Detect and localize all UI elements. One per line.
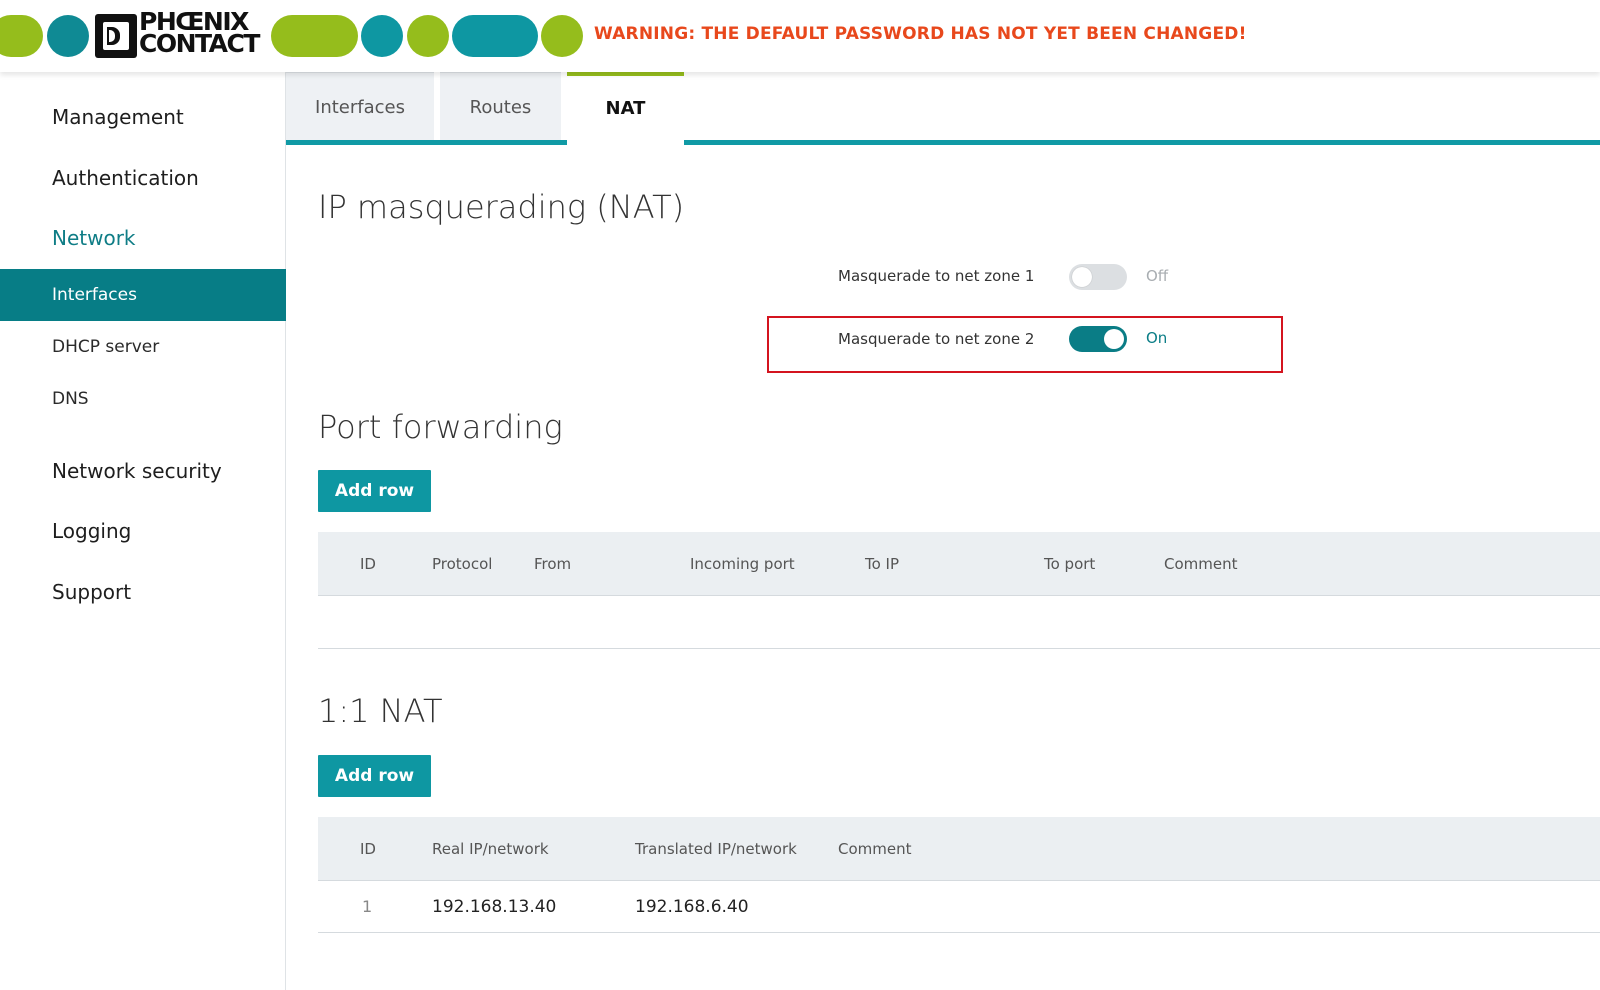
sidebar: Management Authentication Network Interf…: [0, 72, 286, 990]
brand-shape: [361, 15, 403, 57]
cell-id: 1: [362, 897, 373, 916]
table-row-divider: [318, 648, 1600, 649]
tab-underline: [286, 140, 1600, 145]
brand-shape: [407, 15, 449, 57]
one-to-one-nat-table-header: ID Real IP/network Translated IP/network…: [318, 817, 1600, 881]
sidebar-subitem-dns[interactable]: DNS: [0, 373, 286, 425]
tab-underline-gap: [568, 140, 683, 145]
zone1-toggle[interactable]: [1069, 264, 1127, 290]
zone2-label: Masquerade to net zone 2: [838, 330, 1035, 348]
column-header[interactable]: Comment: [838, 817, 912, 881]
brand-shape: [271, 15, 358, 57]
sidebar-item-authentication[interactable]: Authentication: [52, 166, 199, 190]
sidebar-item-management[interactable]: Management: [52, 105, 184, 129]
default-password-warning: WARNING: THE DEFAULT PASSWORD HAS NOT YE…: [594, 24, 1247, 44]
brand-shape: [452, 15, 538, 57]
cell-real-ip: 192.168.13.40: [432, 897, 557, 917]
brand-shape: [0, 15, 43, 57]
column-header[interactable]: To port: [1044, 532, 1095, 596]
one-to-one-nat-title: 1:1 NAT: [318, 692, 443, 730]
column-header[interactable]: Incoming port: [690, 532, 795, 596]
one-to-one-nat-add-row-button[interactable]: Add row: [318, 755, 431, 797]
brand-shape: [47, 15, 89, 57]
column-header[interactable]: From: [534, 532, 571, 596]
column-header[interactable]: Protocol: [432, 532, 492, 596]
sidebar-item-network-security[interactable]: Network security: [52, 459, 222, 483]
column-header[interactable]: Translated IP/network: [635, 817, 797, 881]
table-row-divider: [318, 932, 1600, 933]
sidebar-item-network[interactable]: Network: [52, 226, 136, 250]
logo-text-line2: CONTACT: [139, 29, 260, 58]
logo-mark-icon: [95, 14, 137, 58]
column-header[interactable]: ID: [360, 532, 376, 596]
toggle-knob: [1104, 329, 1124, 349]
top-header: PHŒNIX CONTACT WARNING: THE DEFAULT PASS…: [0, 0, 1600, 72]
masquerading-title: IP masquerading (NAT): [318, 188, 685, 226]
column-header[interactable]: ID: [360, 817, 376, 881]
port-forwarding-add-row-button[interactable]: Add row: [318, 470, 431, 512]
column-header[interactable]: To IP: [865, 532, 899, 596]
phoenix-contact-logo: PHŒNIX CONTACT: [95, 9, 267, 59]
cell-translated-ip: 192.168.6.40: [635, 897, 749, 917]
column-header[interactable]: Real IP/network: [432, 817, 549, 881]
zone2-toggle[interactable]: [1069, 326, 1127, 352]
zone1-state: Off: [1146, 267, 1169, 285]
sidebar-item-logging[interactable]: Logging: [52, 519, 131, 543]
column-header[interactable]: Comment: [1164, 532, 1238, 596]
port-forwarding-table-header: ID Protocol From Incoming port To IP To …: [318, 532, 1600, 596]
sidebar-subitem-interfaces[interactable]: Interfaces: [0, 269, 286, 321]
tab-nat[interactable]: NAT: [567, 72, 684, 145]
toggle-knob: [1072, 267, 1092, 287]
sidebar-item-support[interactable]: Support: [52, 580, 131, 604]
brand-shape: [541, 15, 583, 57]
zone2-state: On: [1146, 329, 1168, 347]
port-forwarding-title: Port forwarding: [318, 408, 563, 446]
tab-routes[interactable]: Routes: [440, 72, 561, 140]
tab-interfaces[interactable]: Interfaces: [286, 72, 434, 140]
sidebar-subitem-dhcp-server[interactable]: DHCP server: [0, 321, 286, 373]
zone1-label: Masquerade to net zone 1: [838, 267, 1035, 285]
